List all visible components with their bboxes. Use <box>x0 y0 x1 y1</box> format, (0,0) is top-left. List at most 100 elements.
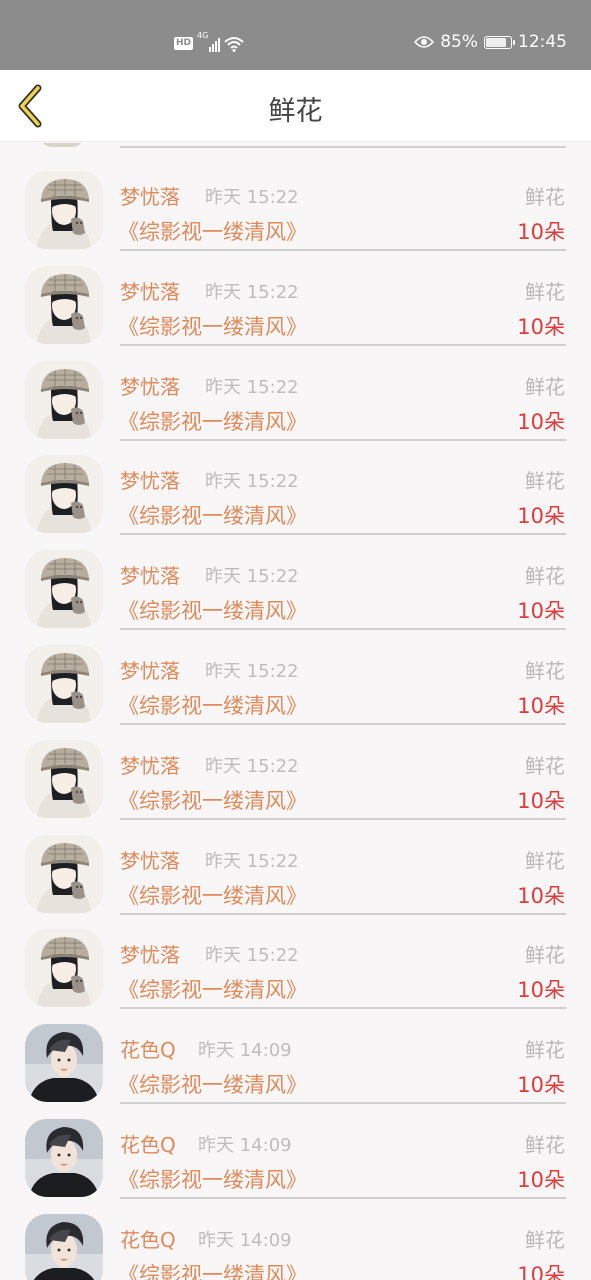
book-title: 《综影视一缕清风》 <box>118 410 307 434</box>
username: 花色Q <box>120 1038 176 1062</box>
avatar-girl-hat[interactable] <box>25 835 103 913</box>
avatar-girl-hat[interactable] <box>25 361 103 439</box>
book-title: 《综影视一缕清风》 <box>118 1168 307 1192</box>
flower-count: 10朵 <box>517 504 565 528</box>
username: 梦忧落 <box>120 564 180 588</box>
timestamp: 昨天 15:22 <box>205 945 299 966</box>
battery-icon <box>484 35 515 49</box>
partial-list-item <box>0 143 591 149</box>
book-title: 《综影视一缕清风》 <box>118 789 307 813</box>
book-title: 《综影视一缕清风》 <box>118 694 307 718</box>
book-title: 《综影视一缕清风》 <box>118 504 307 528</box>
flower-count: 10朵 <box>517 789 565 813</box>
avatar-girl-hat[interactable] <box>25 455 103 533</box>
book-title: 《综影视一缕清风》 <box>118 978 307 1002</box>
page-title: 鲜花 <box>268 96 323 127</box>
timestamp: 昨天 15:22 <box>205 661 299 682</box>
nav-bar: 鲜花 <box>0 70 591 142</box>
avatar-boy-portrait[interactable] <box>25 1119 103 1197</box>
timestamp: 昨天 15:22 <box>205 282 299 303</box>
timestamp: 昨天 14:09 <box>198 1135 292 1156</box>
flower-count: 10朵 <box>517 1263 565 1280</box>
gift-record-item[interactable]: 梦忧落 昨天 15:22 鲜花《综影视一缕清风》 10朵 <box>0 342 591 441</box>
flower-count: 10朵 <box>517 1073 565 1097</box>
gift-type: 鲜花 <box>525 1228 565 1252</box>
book-title: 《综影视一缕清风》 <box>118 1263 307 1280</box>
flower-count: 10朵 <box>517 599 565 623</box>
username: 梦忧落 <box>120 280 180 304</box>
username: 花色Q <box>120 1133 176 1157</box>
avatar-boy-portrait[interactable] <box>25 1214 103 1280</box>
book-title: 《综影视一缕清风》 <box>118 1073 307 1097</box>
gift-record-item[interactable]: 梦忧落 昨天 15:22 鲜花《综影视一缕清风》 10朵 <box>0 247 591 346</box>
gift-record-item[interactable]: 梦忧落 昨天 15:22 鲜花《综影视一缕清风》 10朵 <box>0 626 591 725</box>
gift-type: 鲜花 <box>525 280 565 304</box>
timestamp: 昨天 15:22 <box>205 566 299 587</box>
flower-count: 10朵 <box>517 694 565 718</box>
gift-record-item[interactable]: 花色Q 昨天 14:09 鲜花《综影视一缕清风》 10朵 <box>0 1100 591 1199</box>
timestamp: 昨天 15:22 <box>205 756 299 777</box>
book-title: 《综影视一缕清风》 <box>118 884 307 908</box>
gift-type: 鲜花 <box>525 943 565 967</box>
divider <box>120 146 566 148</box>
signal-icon <box>209 38 221 52</box>
avatar-girl-hat[interactable] <box>25 171 103 249</box>
gift-record-list[interactable]: 梦忧落 昨天 15:22 鲜花 《综影视一缕清风》 10朵 梦忧落 昨天 15:22 鲜花《… <box>0 143 591 1280</box>
gift-record-item[interactable]: 花色Q 昨天 14:09 鲜花《综影视一缕清风》 10朵 <box>0 1005 591 1104</box>
gift-type: 鲜花 <box>525 1133 565 1157</box>
timestamp: 昨天 15:22 <box>205 187 299 208</box>
avatar-girl-hat[interactable] <box>25 266 103 344</box>
avatar-boy-portrait[interactable] <box>25 1024 103 1102</box>
battery-percent: 85% <box>440 32 478 52</box>
gift-type: 鲜花 <box>525 1038 565 1062</box>
flower-count: 10朵 <box>517 884 565 908</box>
avatar-girl-hat[interactable] <box>25 645 103 723</box>
book-title: 《综影视一缕清风》 <box>118 599 307 623</box>
username: 梦忧落 <box>120 469 180 493</box>
username: 梦忧落 <box>120 659 180 683</box>
gift-record-item[interactable]: 梦忧落 昨天 15:22 鲜花《综影视一缕清风》 10朵 <box>0 721 591 820</box>
gift-type: 鲜花 <box>525 375 565 399</box>
network-indicators: HD 4G <box>174 32 244 52</box>
timestamp: 昨天 15:22 <box>205 471 299 492</box>
gift-type: 鲜花 <box>525 754 565 778</box>
username: 梦忧落 <box>120 754 180 778</box>
flower-count: 10朵 <box>517 410 565 434</box>
gift-record-item[interactable]: 花色Q 昨天 14:09 鲜花《综影视一缕清风》 10朵 <box>0 1195 591 1280</box>
clock: 12:45 <box>518 32 567 52</box>
avatar-girl-hat[interactable] <box>25 929 103 1007</box>
username: 梦忧落 <box>120 375 180 399</box>
avatar-partial <box>40 143 84 147</box>
hd-voice-icon: HD <box>174 37 194 50</box>
status-right: 85% 12:45 <box>414 31 567 53</box>
battery-fill <box>486 37 506 47</box>
timestamp: 昨天 14:09 <box>198 1040 292 1061</box>
username: 梦忧落 <box>120 185 180 209</box>
gift-record-item[interactable]: 梦忧落 昨天 15:22 鲜花 《综影视一缕清风》 10朵 <box>0 152 591 251</box>
timestamp: 昨天 14:09 <box>198 1230 292 1251</box>
book-title: 《综影视一缕清风》 <box>118 315 307 339</box>
gift-record-item[interactable]: 梦忧落 昨天 15:22 鲜花《综影视一缕清风》 10朵 <box>0 436 591 535</box>
gift-type: 鲜花 <box>525 185 565 209</box>
username: 花色Q <box>120 1228 176 1252</box>
wifi-icon <box>224 37 244 52</box>
gift-type: 鲜花 <box>525 469 565 493</box>
avatar-girl-hat[interactable] <box>25 740 103 818</box>
timestamp: 昨天 15:22 <box>205 377 299 398</box>
timestamp: 昨天 15:22 <box>205 851 299 872</box>
gift-type: 鲜花 <box>525 659 565 683</box>
flower-count: 10朵 <box>517 1168 565 1192</box>
eye-comfort-icon <box>414 36 435 48</box>
flower-count: 10朵 <box>517 220 565 244</box>
username: 梦忧落 <box>120 943 180 967</box>
flower-count: 10朵 <box>517 978 565 1002</box>
gift-record-item[interactable]: 梦忧落 昨天 15:22 鲜花《综影视一缕清风》 10朵 <box>0 816 591 915</box>
gift-type: 鲜花 <box>525 849 565 873</box>
flower-count: 10朵 <box>517 315 565 339</box>
gift-record-item[interactable]: 梦忧落 昨天 15:22 鲜花 《综影视一缕清风》 10朵 <box>0 531 591 630</box>
status-bar: HD 4G 85% 12:45 <box>0 0 591 70</box>
network-type-label: 4G <box>197 31 209 40</box>
gift-record-item[interactable]: 梦忧落 昨天 15:22 鲜花《综影视一缕清风》 10朵 <box>0 910 591 1009</box>
username: 梦忧落 <box>120 849 180 873</box>
avatar-girl-hat[interactable] <box>25 550 103 628</box>
